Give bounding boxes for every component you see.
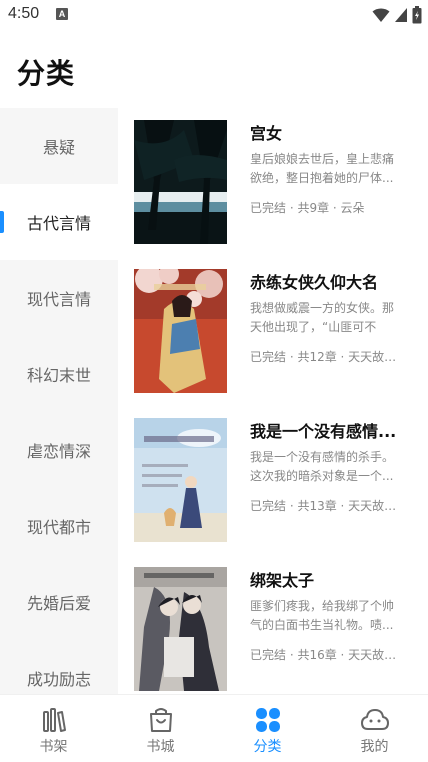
wifi-icon — [372, 8, 390, 22]
category-sidebar: 悬疑 古代言情 现代言情 科幻末世 虐恋情深 现代都市 先婚后爱 成功励志 — [0, 108, 118, 694]
nav-bookstore[interactable]: 书城 — [107, 695, 214, 762]
signal-icon — [395, 8, 407, 22]
notification-a-icon: A — [56, 8, 68, 20]
book-title: 绑架太子 — [250, 571, 315, 590]
status-time: 4:50 — [8, 5, 40, 22]
nav-label: 我的 — [360, 739, 389, 755]
book-title: 我是一个没有感情... — [250, 422, 397, 441]
bookstore-bag-icon — [150, 708, 172, 732]
book-description: 我想做威震一方的女侠。那天他出现了，“山匪可不是... — [250, 301, 395, 334]
status-icons — [372, 6, 422, 24]
nav-profile[interactable]: 我的 — [321, 695, 428, 762]
sidebar-item-inspirational[interactable]: 成功励志 — [0, 640, 118, 694]
sidebar-item-label: 成功励志 — [26, 670, 91, 689]
nav-label: 书架 — [39, 739, 68, 755]
active-indicator — [0, 211, 4, 233]
book-description: 皇后娘娘去世后，皇上悲痛欲绝，整日抱着她的尸体... — [250, 152, 395, 185]
sidebar-item-label: 现代都市 — [26, 518, 91, 537]
nav-bookshelf[interactable]: 书架 — [0, 695, 107, 762]
book-cover — [134, 269, 227, 393]
book-title: 赤练女侠久仰大名 — [250, 273, 379, 292]
book-meta: 已完结 · 共16章 · 天天故事... — [250, 648, 400, 662]
sidebar-item-ancient-romance[interactable]: 古代言情 — [0, 184, 118, 260]
sidebar-item-label: 现代言情 — [26, 290, 91, 309]
book-meta: 已完结 · 共9章 · 云朵 — [250, 201, 365, 215]
nav-category[interactable]: 分类 — [214, 695, 321, 762]
category-icon — [256, 708, 280, 732]
sidebar-item-urban[interactable]: 现代都市 — [0, 488, 118, 564]
sidebar-item-modern-romance[interactable]: 现代言情 — [0, 260, 118, 336]
sidebar-item-suspense[interactable]: 悬疑 — [0, 108, 118, 184]
sidebar-item-angst[interactable]: 虐恋情深 — [0, 412, 118, 488]
book-description: 我是一个没有感情的杀手。这次我的暗杀对象是一个... — [250, 450, 395, 483]
nav-label: 分类 — [253, 739, 282, 755]
status-bar: 4:50 A — [0, 0, 428, 30]
sidebar-item-scifi[interactable]: 科幻末世 — [0, 336, 118, 412]
sidebar-item-label: 古代言情 — [26, 214, 91, 233]
book-item[interactable]: 赤练女侠久仰大名 我想做威震一方的女侠。那天他出现了，“山匪可不是... 已完结… — [118, 257, 428, 406]
book-list: 宫女 皇后娘娘去世后，皇上悲痛欲绝，整日抱着她的尸体... 已完结 · 共9章 … — [118, 108, 428, 694]
book-cover — [134, 418, 227, 542]
book-meta: 已完结 · 共13章 · 天天故事... — [250, 499, 400, 513]
bookshelf-icon — [43, 708, 66, 732]
book-item[interactable]: 我是一个没有感情... 我是一个没有感情的杀手。这次我的暗杀对象是一个... 已… — [118, 406, 428, 555]
book-description: 匪爹们疼我，给我绑了个帅气的白面书生当礼物。啧... — [250, 599, 395, 632]
sidebar-item-marriage-first[interactable]: 先婚后爱 — [0, 564, 118, 640]
book-title: 宫女 — [250, 124, 283, 143]
bottom-nav: 书架 书城 分类 我的 — [0, 694, 428, 762]
book-cover — [134, 567, 227, 691]
page-title: 分类 — [17, 57, 76, 90]
battery-icon — [412, 6, 422, 24]
book-meta: 已完结 · 共12章 · 天天故事... — [250, 350, 400, 364]
profile-cloud-icon — [361, 709, 389, 730]
nav-label: 书城 — [146, 739, 175, 755]
sidebar-item-label: 先婚后爱 — [26, 594, 91, 613]
book-item[interactable]: 宫女 皇后娘娘去世后，皇上悲痛欲绝，整日抱着她的尸体... 已完结 · 共9章 … — [118, 108, 428, 257]
sidebar-item-label: 虐恋情深 — [26, 442, 91, 461]
book-cover — [134, 120, 227, 244]
sidebar-item-label: 科幻末世 — [26, 366, 91, 385]
sidebar-item-label: 悬疑 — [42, 138, 75, 157]
book-item[interactable]: 绑架太子 匪爹们疼我，给我绑了个帅气的白面书生当礼物。啧... 已完结 · 共1… — [118, 555, 428, 694]
